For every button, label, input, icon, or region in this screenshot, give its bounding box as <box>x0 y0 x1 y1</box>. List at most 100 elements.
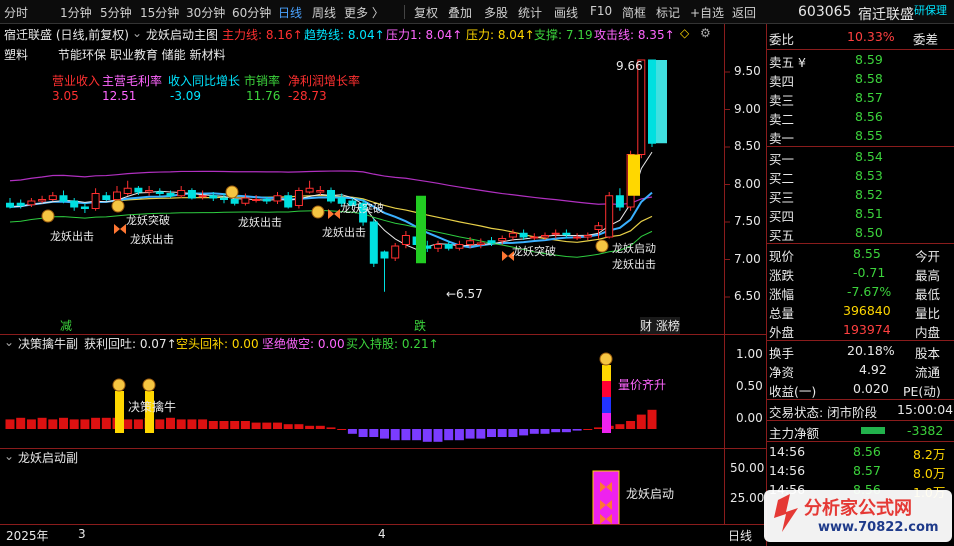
volume-bar <box>540 429 550 434</box>
ratio-suffix: 委差 <box>913 32 939 47</box>
candle-body <box>284 195 293 208</box>
sub2-chevron-icon[interactable]: ⌄ <box>4 449 14 463</box>
candle-body <box>466 240 475 245</box>
decision-bull-subchart[interactable]: ⌄ 决策擒牛副 获利回吐: 0.07↑ 空头回补: 0.00 坚绝做空: 0.0… <box>0 334 766 449</box>
volume-bar <box>647 409 657 429</box>
stock-code: 603065 <box>798 4 852 20</box>
fund-value-margin: 12.51 <box>102 89 137 103</box>
candle-body <box>230 199 239 204</box>
legend-pressure1: 压力1: 8.04↑ <box>386 28 463 42</box>
volume-bar <box>80 419 90 429</box>
volume-bar <box>529 429 539 434</box>
multi-stock-button[interactable]: 多股 <box>484 4 508 21</box>
buy1-price[interactable]: 8.54 <box>855 149 883 164</box>
period-tab-fenshi[interactable]: 分时 <box>4 4 28 21</box>
volume-bar <box>476 429 486 439</box>
volume-bar <box>251 422 261 429</box>
sub2-title[interactable]: 龙妖启动副 <box>18 449 78 466</box>
period-tab-5min[interactable]: 5分钟 <box>100 4 132 21</box>
mark-reduce: 减 <box>60 319 73 333</box>
indicator-chevron-icon[interactable]: ⌄ <box>132 26 142 40</box>
candle-body <box>91 193 100 209</box>
volume-bar <box>123 419 133 429</box>
mark-button[interactable]: 标记 <box>656 4 680 21</box>
period-tab-30min[interactable]: 30分钟 <box>186 4 225 21</box>
candle-body <box>209 195 218 199</box>
buy3-price[interactable]: 8.52 <box>855 187 883 202</box>
candle-body <box>605 195 614 238</box>
overlay-button[interactable]: 叠加 <box>448 4 472 21</box>
period-tab-daily[interactable]: 日线 <box>278 4 302 21</box>
indicator-name[interactable]: 龙妖启动主图 <box>146 26 218 43</box>
sell5-price[interactable]: 8.59 <box>855 52 883 67</box>
sell3-price[interactable]: 8.57 <box>855 90 883 105</box>
fuquan-button[interactable]: 复权 <box>414 4 438 21</box>
buy5-price[interactable]: 8.50 <box>855 225 883 240</box>
period-tab-1min[interactable]: 1分钟 <box>60 4 92 21</box>
draw-line-button[interactable]: 画线 <box>554 4 578 21</box>
legend-attack: 攻击线: 8.35↑ <box>594 28 675 42</box>
volume-bar <box>187 419 197 429</box>
net-flow-dropdown-icon[interactable] <box>827 428 833 434</box>
volume-bar <box>155 419 165 429</box>
stats-button[interactable]: 统计 <box>518 4 542 21</box>
sell1-price[interactable]: 8.55 <box>855 128 883 143</box>
logo-url: www.70822.com <box>818 520 939 535</box>
candle-body <box>551 232 560 235</box>
candle-body <box>198 195 207 198</box>
net-flow-label: 主力净额 <box>769 426 820 441</box>
candle-body <box>327 190 335 202</box>
candle-body <box>615 195 624 208</box>
fund-header-margin: 主营毛利率 <box>102 74 163 88</box>
sell2-price[interactable]: 8.56 <box>855 109 883 124</box>
simple-frame-button[interactable]: 简框 <box>622 4 646 21</box>
buy2-price[interactable]: 8.53 <box>855 168 883 183</box>
period-tab-more[interactable]: 更多 〉 <box>344 4 384 21</box>
period-tab-60min[interactable]: 60分钟 <box>232 4 271 21</box>
brand-logo: 分析家公式网 www.70822.com <box>756 484 954 546</box>
candle-body <box>508 232 517 238</box>
buy4-price[interactable]: 8.51 <box>855 206 883 221</box>
stock-tag: 研保理 <box>914 4 947 17</box>
add-watchlist-button[interactable]: +自选 <box>690 4 724 21</box>
legend-trend: 趋势线: 8.04↑ <box>304 28 385 42</box>
stat-label: 涨跌 <box>769 268 795 283</box>
candle-body <box>38 199 47 202</box>
dragon-start-subchart[interactable]: ⌄ 龙妖启动副 龙妖启动 50.00 25.00 <box>0 448 766 525</box>
candle-body <box>562 232 571 236</box>
volume-bar <box>444 429 454 441</box>
volume-bar <box>230 421 240 429</box>
sell4-label: 卖四 <box>769 74 795 89</box>
sell3-label: 卖三 <box>769 93 795 108</box>
candle-body <box>583 235 592 238</box>
money-bag-icon <box>225 185 239 199</box>
candle-body <box>262 199 271 202</box>
candle-body <box>541 235 549 238</box>
sub1-title[interactable]: 决策擒牛副 <box>18 335 78 352</box>
volume-bar <box>166 417 175 429</box>
sub1-tick: 1.00 <box>736 347 763 361</box>
f10-button[interactable]: F10 <box>590 4 612 18</box>
buy1-label: 买一 <box>769 152 795 167</box>
sub1-chevron-icon[interactable]: ⌄ <box>4 335 14 349</box>
sell4-price[interactable]: 8.58 <box>855 71 883 86</box>
money-bag-icon <box>112 378 126 392</box>
net-flow-value: -3382 <box>907 423 944 438</box>
volume-bar <box>219 421 229 429</box>
back-button[interactable]: 返回 <box>732 4 756 21</box>
candle-body <box>273 195 282 202</box>
decision-bar <box>115 391 124 433</box>
stat2-right: 流通 <box>915 365 941 380</box>
stat-value: 193974 <box>843 322 891 337</box>
volume-bar <box>369 429 379 437</box>
price-tick: 6.50 <box>734 289 761 303</box>
main-kline-chart[interactable]: 宿迁联盛 (日线,前复权) ⌄ 龙妖启动主图 主力线: 8.16↑ 趋势线: 8… <box>0 24 766 334</box>
period-tab-15min[interactable]: 15分钟 <box>140 4 179 21</box>
stack-seg-yellow <box>602 365 611 381</box>
candle-body <box>530 236 539 239</box>
period-tab-weekly[interactable]: 周线 <box>312 4 336 21</box>
volume-bar <box>26 419 36 429</box>
candle-body <box>498 238 507 242</box>
stat2-value: 0.020 <box>853 381 889 396</box>
legend-settings-icon[interactable]: ⚙ <box>700 26 711 40</box>
